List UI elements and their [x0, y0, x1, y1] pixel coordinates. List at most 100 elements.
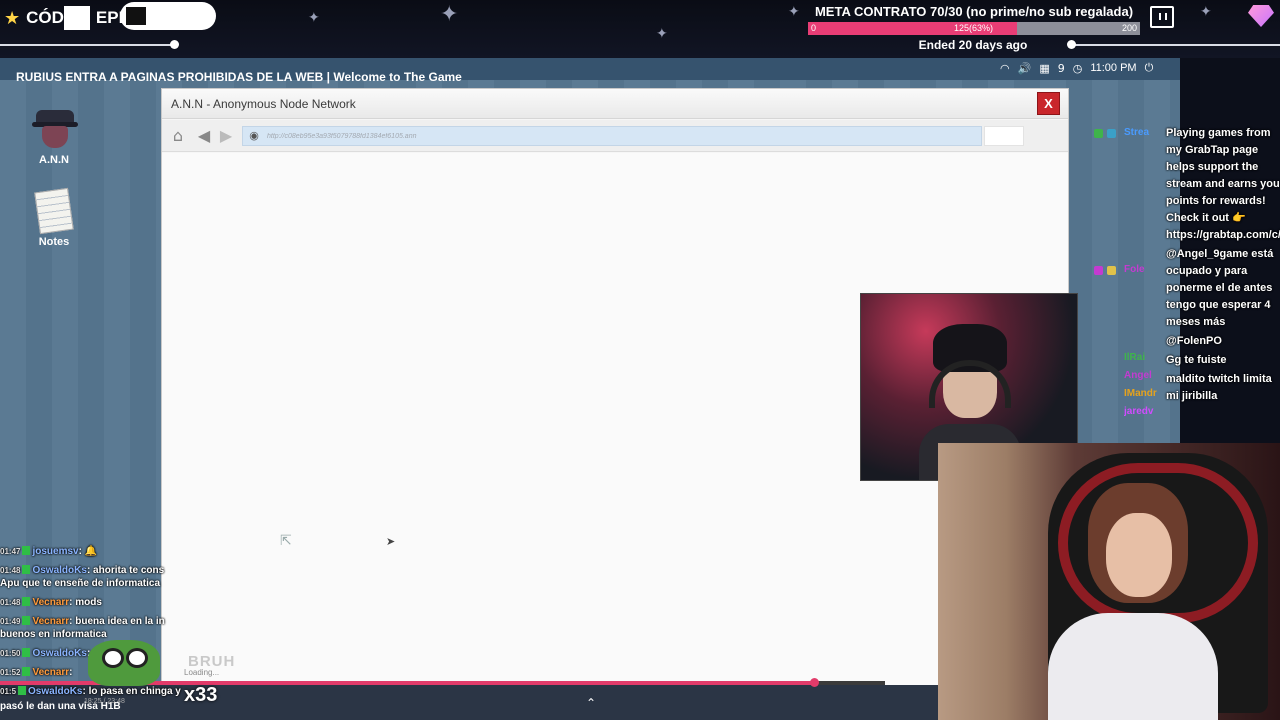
chat-user: OswaldoKs: [32, 648, 87, 659]
chat-text: ahorita te cons: [93, 565, 165, 576]
goal-value: 125(63%): [954, 23, 994, 33]
sponsor-logo: ★ CÓD EPIC: [4, 6, 136, 30]
badge-icon: [22, 597, 31, 606]
chat-user: jaredv: [1124, 406, 1154, 417]
system-tray: ◠ 🔊 ▦ 9 ◷ 11:00 PM ⏻: [1000, 58, 1153, 78]
chat-time: 01:50: [0, 649, 21, 658]
divider-line: [0, 44, 174, 46]
chat-text: lo pasa en chinga y: [88, 686, 181, 697]
goal-max: 200: [1121, 23, 1137, 33]
chat-text: mods: [75, 597, 102, 608]
window-title: A.N.N - Anonymous Node Network: [171, 97, 356, 111]
chat-user: Angel: [1124, 370, 1152, 381]
close-button[interactable]: X: [1037, 92, 1060, 115]
divider-dot: [1067, 40, 1076, 49]
chat-user: IMandr: [1124, 388, 1157, 399]
sparkle-icon: ✦: [788, 4, 800, 20]
chat-user: josuemsv: [32, 546, 79, 557]
browser-navbar: ⌂ ◀ ▶ ◉: [162, 120, 1068, 152]
window-titlebar[interactable]: A.N.N - Anonymous Node Network X: [162, 89, 1068, 119]
wifi-icon[interactable]: ◠: [1000, 62, 1010, 75]
badge-icon: [1107, 266, 1116, 275]
chat-message: maldito twitch limita mi jiribilla: [1166, 373, 1272, 402]
chat-time: 01:52: [0, 668, 21, 677]
chat-user: OswaldoKs: [32, 565, 87, 576]
calendar-icon[interactable]: ▦: [1039, 62, 1049, 75]
right-chat: Playing games from my GrabTap page helps…: [1166, 125, 1280, 407]
spy-hat-icon: [32, 104, 78, 150]
chat-message: 01:49 Vecnarr: buena idea en la in: [0, 616, 165, 627]
host-webcam: [938, 443, 1280, 720]
twitch-icon: [1150, 6, 1174, 28]
badge-icon: [22, 565, 31, 574]
stream-topbar: ✦ ✦ ✦ ✦ ✦ ★ CÓD EPIC META CONTRATO 70/30…: [0, 0, 1280, 58]
badge-icon: [22, 616, 31, 625]
badge-icon: [1094, 129, 1103, 138]
go-button[interactable]: [984, 126, 1024, 146]
host-figure: [1106, 513, 1172, 597]
chat-time: 01:47: [0, 547, 21, 556]
chat-message: 01:48 Vecnarr: mods: [0, 597, 102, 608]
badge-icon: [1107, 129, 1116, 138]
sparkle-icon: ✦: [440, 2, 459, 27]
chat-message: buenos en informatica: [0, 628, 200, 641]
goal-min: 0: [811, 23, 817, 33]
frog-emote-icon: [88, 640, 160, 686]
chat-time: 01:48: [0, 566, 21, 575]
badge-icon: [18, 686, 27, 695]
desktop-icon-ann[interactable]: A.N.N: [28, 104, 80, 166]
desktop-icon-notes[interactable]: Notes: [28, 187, 80, 248]
address-bar[interactable]: ◉: [242, 126, 982, 146]
notepad-icon: [34, 187, 74, 235]
chat-time: 01:48: [0, 598, 21, 607]
desktop-icon-label: Notes: [38, 236, 70, 248]
badge-icon: [1094, 266, 1103, 275]
chat-user: Vecnarr: [32, 597, 70, 608]
chat-message: Apu que te enseñe de informatica: [0, 577, 200, 590]
emote-combo: x33: [184, 684, 218, 706]
chat-message: 01:48 OswaldoKs: ahorita te cons: [0, 565, 165, 576]
chat-user: Strea: [1124, 127, 1150, 138]
sparkle-icon: ✦: [308, 10, 320, 26]
redacted-pill: [120, 2, 216, 30]
badge-icon: [22, 546, 31, 555]
chat-text: buena idea en la in: [75, 616, 165, 627]
chat-message: 01:47 josuemsv: 🔔: [0, 546, 98, 557]
power-icon[interactable]: ⏻: [1145, 61, 1154, 75]
star-icon: ★: [4, 7, 21, 29]
badge-icon: [22, 667, 31, 676]
forward-arrow-icon[interactable]: ▶: [216, 127, 236, 145]
goal-title: META CONTRATO 70/30 (no prime/no sub reg…: [814, 4, 1134, 19]
chat-time: 01:5: [0, 687, 17, 696]
chat-user: IlRai: [1124, 352, 1146, 363]
chat-user: Vecnarr: [32, 616, 70, 627]
redacted-block: [63, 6, 90, 30]
emote-icon: 🔔: [84, 546, 98, 557]
back-arrow-icon[interactable]: ◀: [194, 127, 214, 145]
chat-time: 01:49: [0, 617, 21, 626]
volume-icon[interactable]: 🔊: [1018, 62, 1032, 75]
divider-line: [1072, 44, 1280, 46]
emote-text: BRUH: [188, 653, 236, 670]
clock-time: 11:00 PM: [1090, 62, 1137, 74]
home-icon[interactable]: ⌂: [168, 127, 188, 145]
chat-message: @Angel_9game está ocupado y para ponerme…: [1166, 248, 1274, 328]
chat-message: 01:5 OswaldoKs: lo pasa en chinga y: [0, 686, 181, 697]
mouse-cursor-icon: ➤: [386, 535, 396, 548]
chat-message: Gg te fuiste: [1166, 354, 1227, 366]
notification-count: 9: [1057, 61, 1065, 75]
divider-dot: [170, 40, 179, 49]
goal-ended-text: Ended 20 days ago: [918, 38, 1028, 52]
gem-icon: [1248, 5, 1274, 27]
cursor-outline-icon: ⇱: [280, 533, 292, 549]
chat-user: Vecnarr: [32, 667, 70, 678]
url-input[interactable]: [267, 128, 967, 144]
chat-message: @FolenPO: [1166, 335, 1222, 347]
stream-title: RUBIUS ENTRA A PAGINAS PROHIBIDAS DE LA …: [16, 70, 462, 84]
spy-icon: ◉: [249, 129, 259, 142]
sparkle-icon: ✦: [1200, 4, 1212, 20]
chevron-up-icon[interactable]: ⌃: [582, 694, 600, 712]
chat-text: Apu que te enseñe de informatica: [0, 578, 161, 589]
chat-user: OswaldoKs: [28, 686, 83, 697]
badge-icon: [22, 648, 31, 657]
